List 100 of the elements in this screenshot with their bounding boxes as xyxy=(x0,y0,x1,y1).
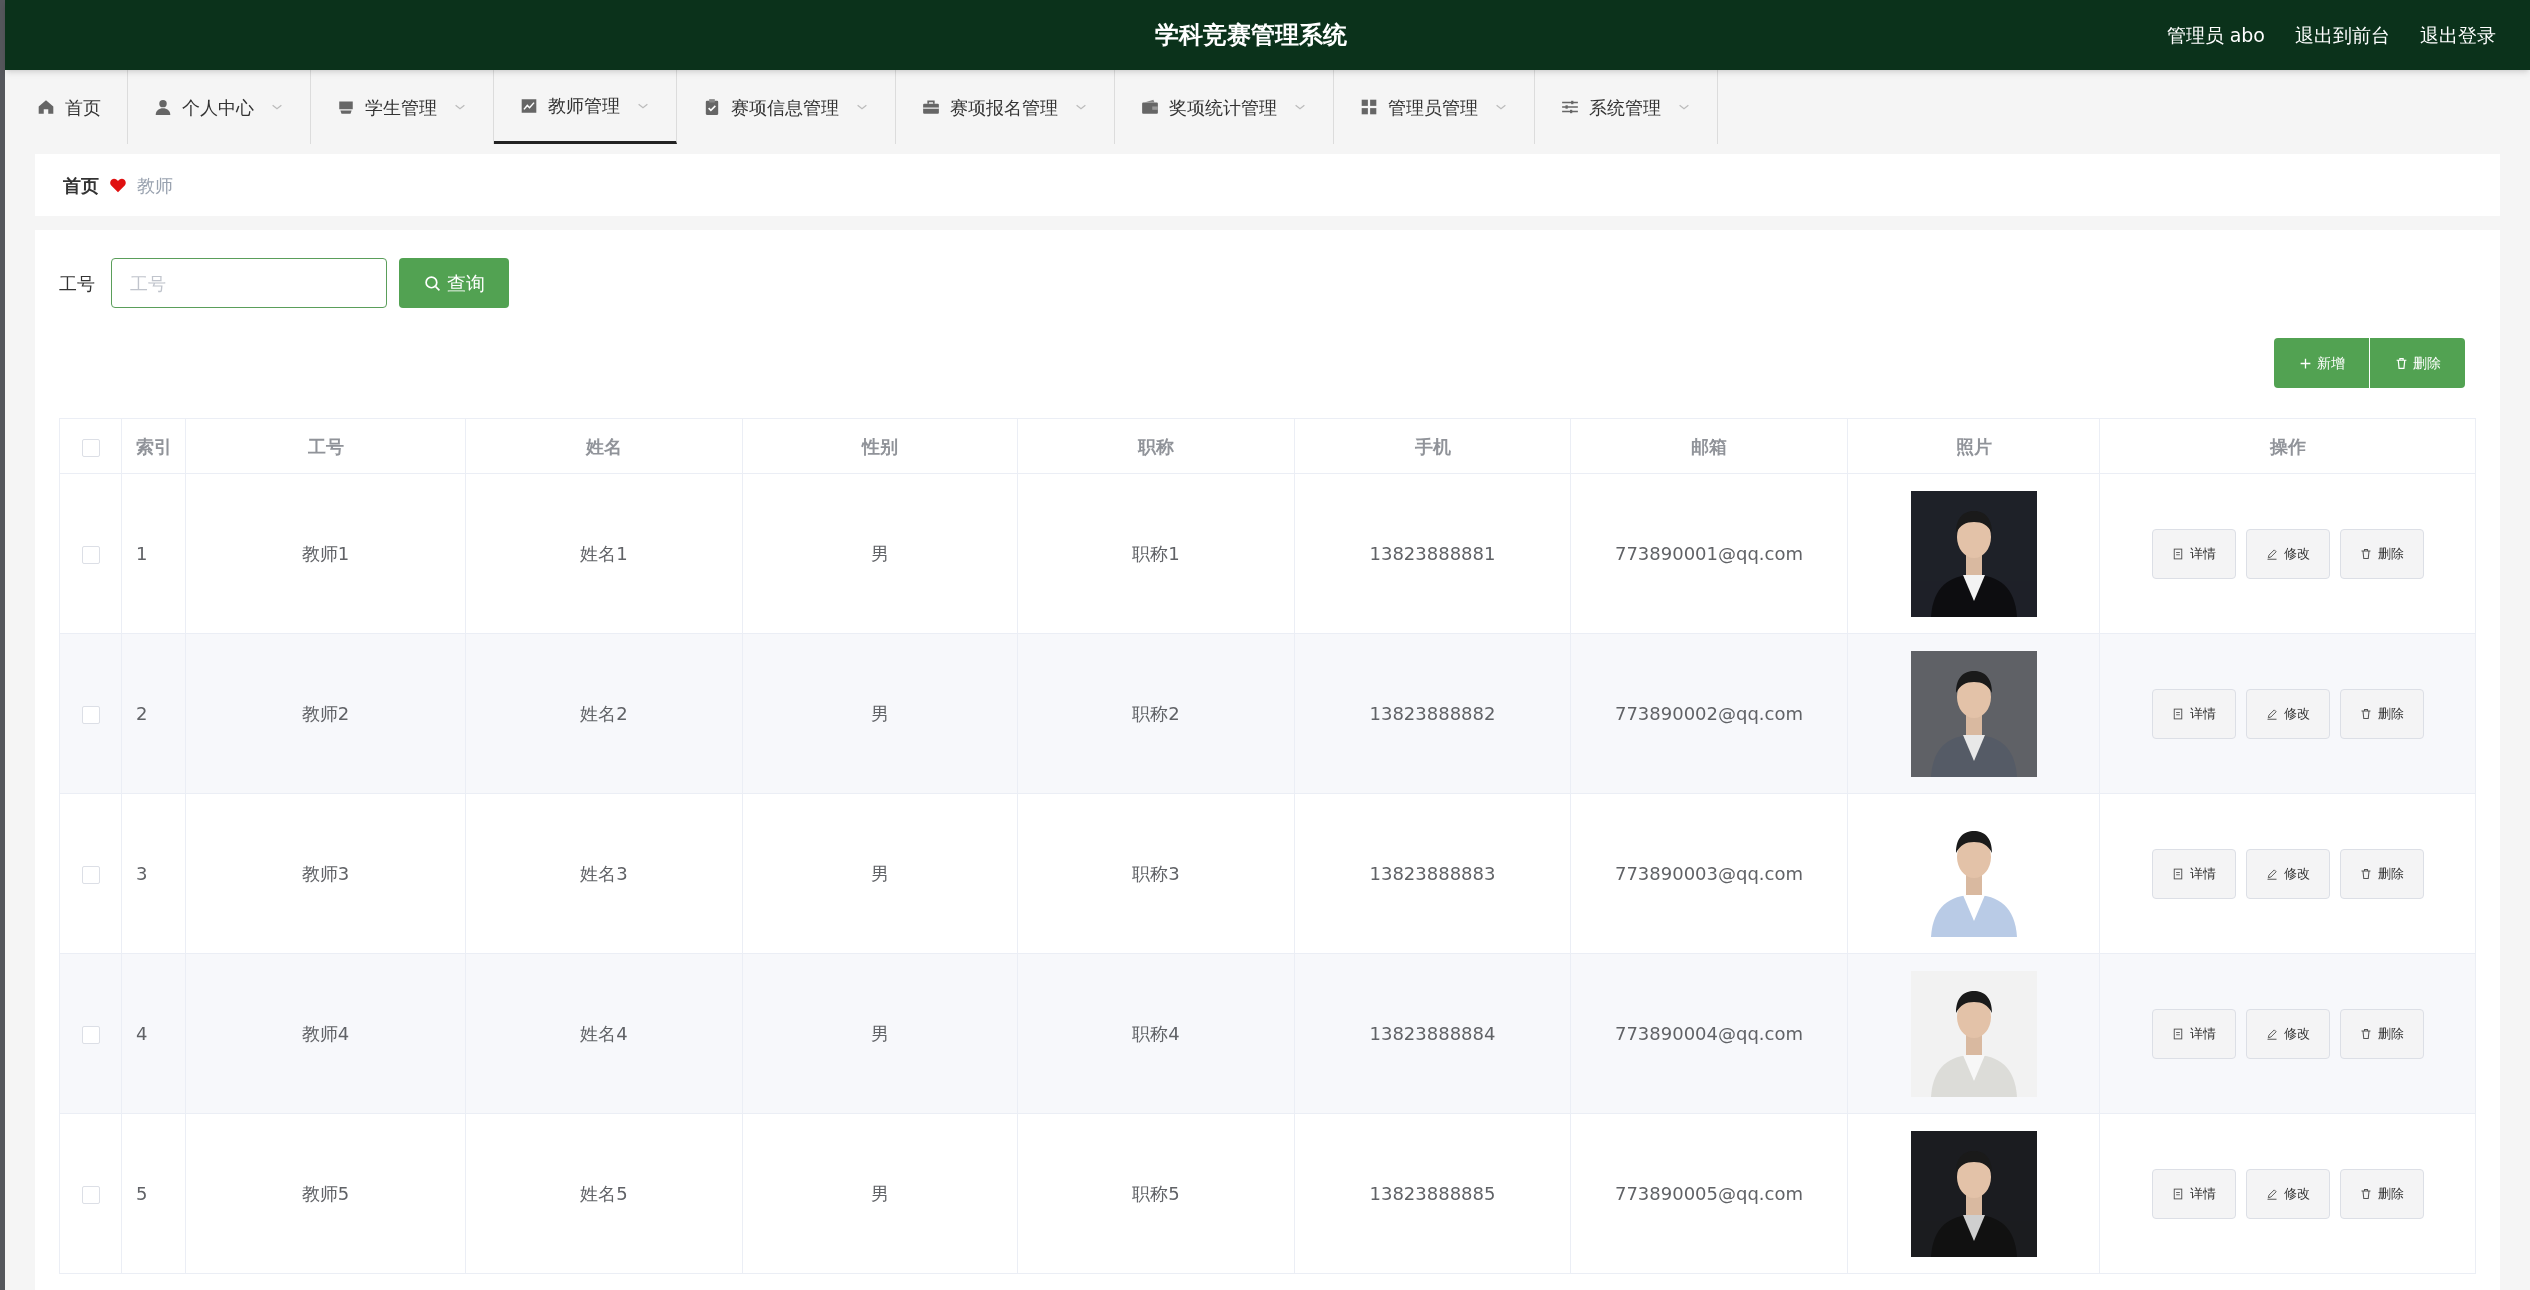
delete-button[interactable]: 删除 xyxy=(2339,848,2424,899)
table-cell: 773890005@qq.com xyxy=(1614,1183,1804,1204)
nav-tab[interactable]: 管理员管理 xyxy=(1334,70,1535,144)
column-header: 索引 xyxy=(136,435,172,457)
table-cell: 男 xyxy=(871,1183,889,1204)
document-icon xyxy=(2171,707,2184,720)
table-cell: 13823888884 xyxy=(1369,1023,1496,1044)
details-button[interactable]: 详情 xyxy=(2151,848,2236,899)
pencil-icon xyxy=(2265,867,2278,880)
details-button[interactable]: 详情 xyxy=(2151,1168,2236,1219)
checkbox[interactable] xyxy=(81,706,100,724)
table-cell: 13823888881 xyxy=(1369,543,1496,564)
table-cell: 男 xyxy=(871,703,889,724)
trash-icon xyxy=(2394,356,2408,370)
column-header: 职称 xyxy=(1138,435,1174,457)
table-cell: 职称1 xyxy=(1132,543,1180,564)
table-cell: 教师2 xyxy=(301,703,350,724)
table-cell: 2 xyxy=(136,703,148,724)
details-button[interactable]: 详情 xyxy=(2151,1008,2236,1059)
trash-icon xyxy=(2359,547,2372,560)
chart-icon xyxy=(520,96,538,115)
table-cell: 773890002@qq.com xyxy=(1614,703,1804,724)
delete-button[interactable]: 删除 xyxy=(2339,688,2424,739)
home-icon xyxy=(37,98,55,117)
table-cell: 职称5 xyxy=(1132,1183,1180,1204)
checkbox[interactable] xyxy=(81,546,100,564)
table-cell: 4 xyxy=(136,1023,148,1044)
document-icon xyxy=(2171,1027,2184,1040)
column-header: 照片 xyxy=(1955,435,1992,457)
table-cell: 3 xyxy=(136,863,148,884)
pencil-icon xyxy=(2265,1027,2278,1040)
details-button[interactable]: 详情 xyxy=(2151,688,2236,739)
table-cell: 男 xyxy=(871,863,889,884)
table-cell: 773890004@qq.com xyxy=(1614,1023,1804,1044)
checkbox[interactable] xyxy=(81,1186,100,1204)
nav-tab[interactable]: 教师管理 xyxy=(494,70,677,144)
grid-icon xyxy=(1360,98,1378,117)
pencil-icon xyxy=(2265,707,2278,720)
table-cell: 姓名3 xyxy=(580,863,628,884)
tray-icon xyxy=(337,98,355,117)
table-cell: 13823888883 xyxy=(1369,863,1496,884)
table-cell: 773890001@qq.com xyxy=(1614,543,1804,564)
delete-button[interactable]: 删除 xyxy=(2339,1168,2424,1219)
table-cell: 773890003@qq.com xyxy=(1614,863,1804,884)
checkbox[interactable] xyxy=(81,866,100,884)
trash-icon xyxy=(2359,1187,2372,1200)
table-cell: 姓名5 xyxy=(580,1183,628,1204)
search-label: 工号 xyxy=(59,271,96,296)
breadcrumb-link[interactable]: 首页 xyxy=(63,171,99,199)
column-header: 操作 xyxy=(2269,435,2306,457)
table-cell: 姓名2 xyxy=(580,703,628,724)
column-header: 性别 xyxy=(862,435,898,457)
checkbox[interactable] xyxy=(81,438,100,457)
document-icon xyxy=(2171,1187,2184,1200)
user-name: 管理员 abo xyxy=(2166,22,2265,48)
table-cell: 教师1 xyxy=(301,543,350,564)
nav-tab[interactable]: 首页 xyxy=(11,70,128,144)
table-cell: 13823888885 xyxy=(1369,1183,1496,1204)
nav-tab[interactable]: 系统管理 xyxy=(1535,70,1718,144)
column-header: 邮箱 xyxy=(1691,435,1727,457)
app-title: 学科竞赛管理系统 xyxy=(1154,20,1347,52)
nav-tab[interactable]: 赛项报名管理 xyxy=(896,70,1115,144)
table-cell: 职称3 xyxy=(1132,863,1180,884)
details-button[interactable]: 详情 xyxy=(2151,528,2236,579)
table-cell: 姓名4 xyxy=(580,1023,628,1044)
nav-tab[interactable]: 赛项信息管理 xyxy=(677,70,896,144)
trash-icon xyxy=(2359,1027,2372,1040)
nav-tab[interactable]: 奖项统计管理 xyxy=(1115,70,1334,144)
briefcase-icon xyxy=(922,98,940,117)
table-cell: 职称4 xyxy=(1132,1023,1180,1044)
table-cell: 1 xyxy=(136,543,148,564)
plus-icon xyxy=(2298,356,2312,370)
column-header: 手机 xyxy=(1414,435,1451,457)
column-header: 姓名 xyxy=(586,435,622,457)
edit-button[interactable]: 修改 xyxy=(2245,848,2330,899)
header-link[interactable]: 退出登录 xyxy=(2420,20,2496,50)
breadcrumb-current: 教师 xyxy=(137,173,173,198)
trash-icon xyxy=(2359,867,2372,880)
edit-button[interactable]: 修改 xyxy=(2245,1008,2330,1059)
table-cell: 13823888882 xyxy=(1369,703,1496,724)
table-cell: 教师5 xyxy=(301,1183,350,1204)
table-cell: 姓名1 xyxy=(580,543,628,564)
edit-button[interactable]: 修改 xyxy=(2245,688,2330,739)
table-cell: 5 xyxy=(136,1183,148,1204)
checkbox[interactable] xyxy=(81,1026,100,1044)
table-cell: 教师4 xyxy=(301,1023,350,1044)
search-icon xyxy=(423,274,441,292)
clipboard-icon xyxy=(703,98,721,117)
delete-button[interactable]: 删除 xyxy=(2339,1008,2424,1059)
edit-button[interactable]: 修改 xyxy=(2245,528,2330,579)
heart-icon xyxy=(109,176,127,194)
delete-button[interactable]: 删除 xyxy=(2339,528,2424,579)
document-icon xyxy=(2171,547,2184,560)
nav-tab[interactable]: 个人中心 xyxy=(128,70,311,144)
trash-icon xyxy=(2359,707,2372,720)
user-icon xyxy=(154,98,172,117)
header-link[interactable]: 退出到前台 xyxy=(2295,20,2390,50)
edit-button[interactable]: 修改 xyxy=(2245,1168,2330,1219)
table-cell: 男 xyxy=(871,1023,889,1044)
search-field[interactable]: 工号 xyxy=(111,258,387,308)
